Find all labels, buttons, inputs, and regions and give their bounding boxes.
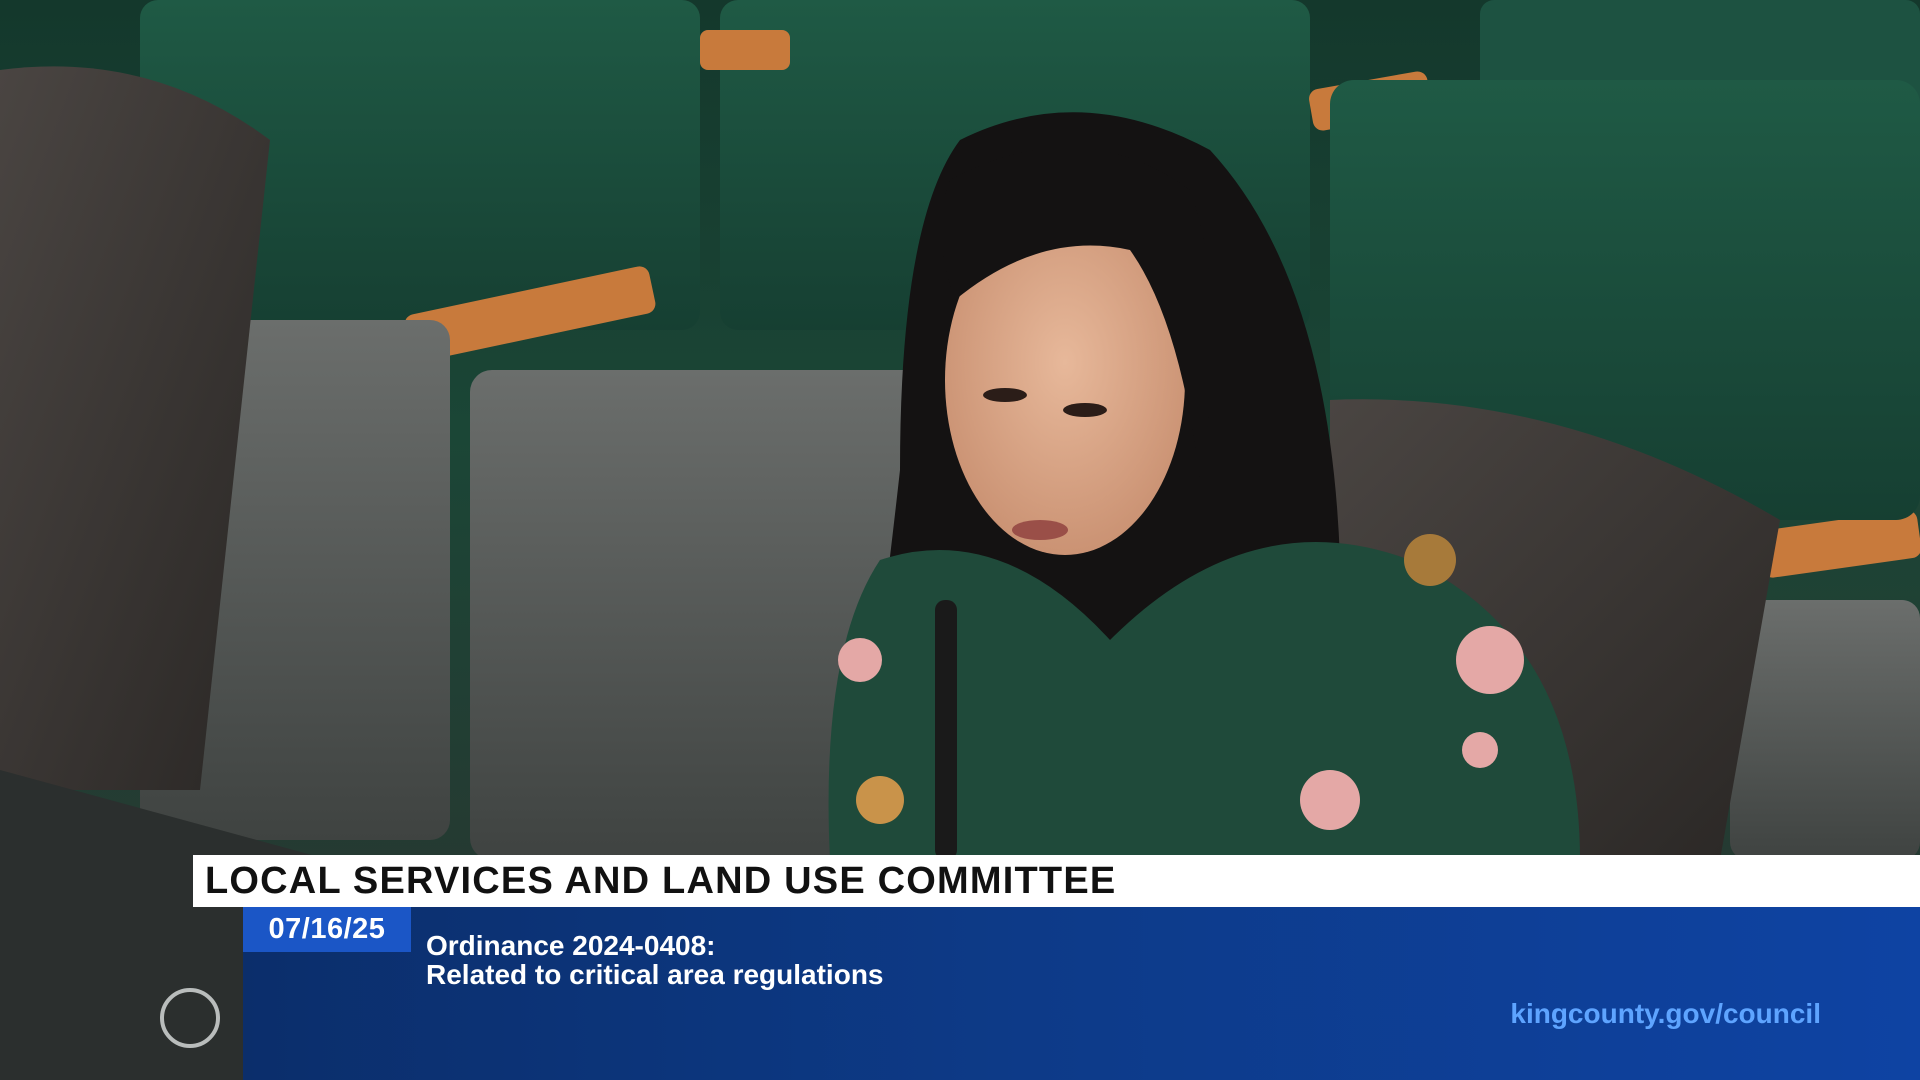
microphone-icon: [935, 600, 957, 860]
chamber-scene: [0, 0, 1920, 1080]
video-frame: [0, 0, 1920, 1080]
armrest: [700, 30, 790, 70]
